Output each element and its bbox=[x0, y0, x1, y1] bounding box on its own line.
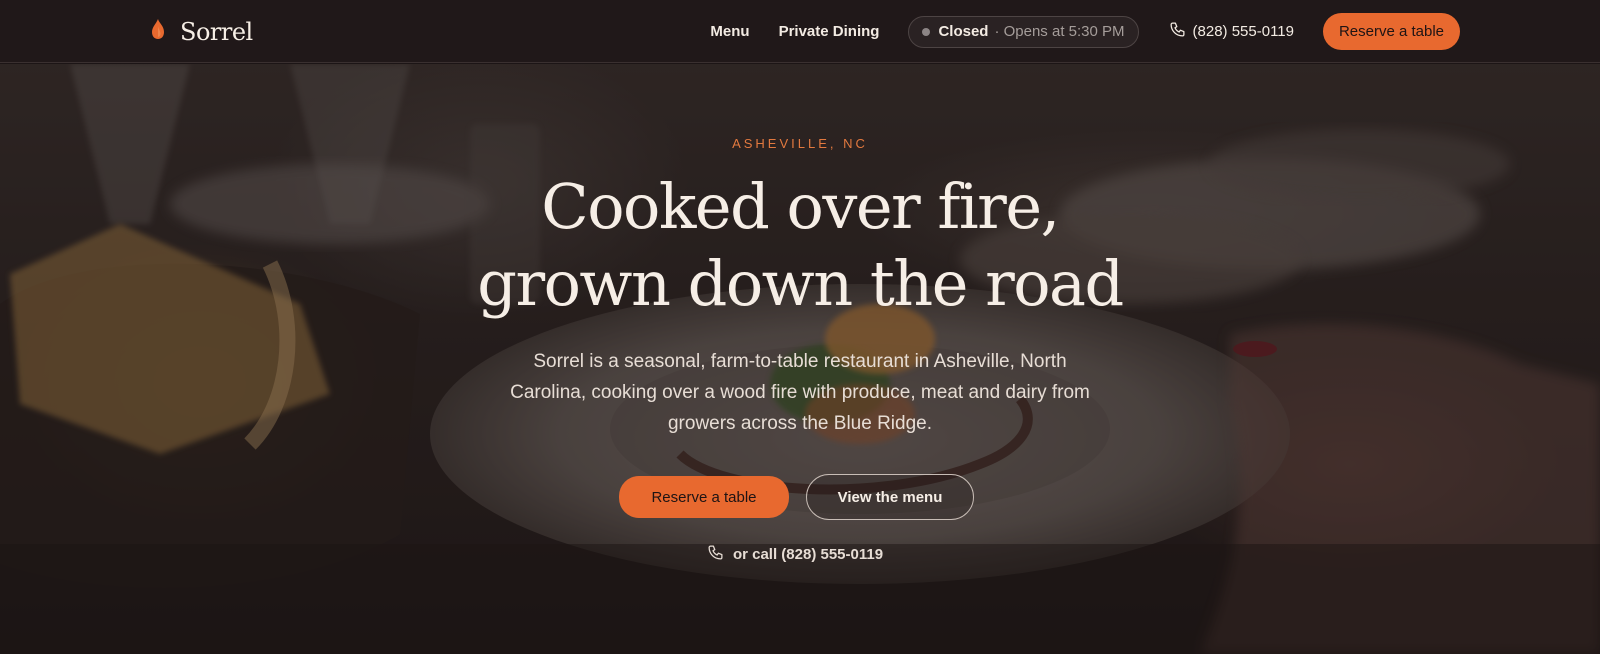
hero-reserve-button[interactable]: Reserve a table bbox=[619, 476, 789, 518]
status-dot-icon bbox=[922, 27, 931, 36]
top-navigation: Sorrel Menu Private Dining Closed · Open… bbox=[0, 0, 1600, 63]
open-status-badge: Closed · Opens at 5:30 PM bbox=[908, 15, 1139, 48]
brand-name: Sorrel bbox=[180, 17, 253, 46]
view-menu-button[interactable]: View the menu bbox=[806, 474, 974, 520]
nav-phone-link[interactable]: (828) 555-0119 bbox=[1169, 21, 1294, 42]
brand-logo-link[interactable]: Sorrel bbox=[150, 0, 253, 63]
flame-icon bbox=[150, 18, 166, 45]
hero-headline-line-2: grown down the road bbox=[477, 247, 1124, 320]
nav-link-private-dining[interactable]: Private Dining bbox=[779, 23, 880, 40]
nav-reserve-button[interactable]: Reserve a table bbox=[1323, 13, 1460, 50]
phone-icon bbox=[1169, 21, 1186, 42]
hero-call-link[interactable]: or call (828) 555-0119 bbox=[0, 544, 1600, 565]
hero-call-text: or call (828) 555-0119 bbox=[732, 546, 884, 563]
status-detail: · Opens at 5:30 PM bbox=[994, 23, 1125, 40]
nav-actions: Menu Private Dining Closed · Opens at 5:… bbox=[710, 0, 1460, 63]
nav-phone-number: (828) 555-0119 bbox=[1192, 23, 1294, 40]
hero-section: ASHEVILLE, NC Cooked over fire, grown do… bbox=[0, 64, 1600, 654]
hero-location-eyebrow: ASHEVILLE, NC bbox=[732, 136, 868, 151]
hero-description: Sorrel is a seasonal, farm-to-table rest… bbox=[510, 351, 1090, 434]
hero-cta-row: Reserve a table View the menu bbox=[0, 474, 1600, 520]
status-state: Closed bbox=[938, 23, 989, 40]
hero-headline-line-1: Cooked over fire, bbox=[541, 170, 1060, 243]
nav-link-menu[interactable]: Menu bbox=[710, 23, 749, 40]
phone-icon bbox=[707, 544, 724, 565]
hero-headline: Cooked over fire, grown down the road bbox=[0, 168, 1600, 322]
